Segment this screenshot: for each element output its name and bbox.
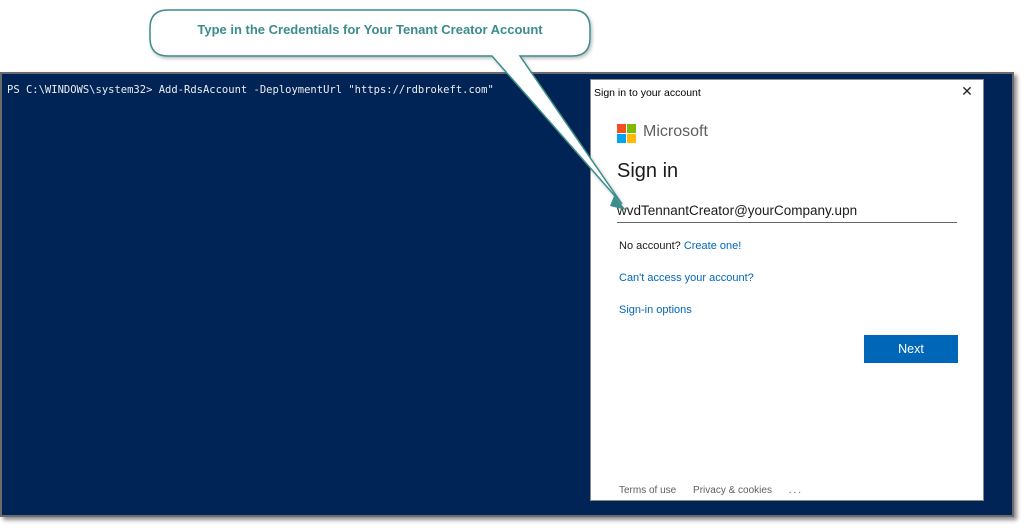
microsoft-logo-icon	[617, 124, 637, 144]
more-options-icon[interactable]: ...	[789, 485, 803, 496]
privacy-link[interactable]: Privacy & cookies	[693, 485, 772, 496]
console-command-line: PS C:\WINDOWS\system32> Add-RdsAccount -…	[7, 84, 494, 96]
console-command-tail: ft.com"	[449, 84, 494, 96]
cant-access-row: Can't access your account?	[619, 272, 754, 284]
next-button[interactable]: Next	[864, 335, 958, 363]
no-account-row: No account? Create one!	[619, 240, 741, 252]
create-account-link[interactable]: Create one!	[684, 240, 741, 252]
no-account-label: No account?	[619, 240, 681, 252]
sign-in-heading: Sign in	[617, 160, 679, 182]
email-field[interactable]	[617, 198, 957, 223]
signin-options-row: Sign-in options	[619, 304, 692, 316]
terms-link[interactable]: Terms of use	[619, 485, 676, 496]
dialog-footer: Terms of use Privacy & cookies ...	[619, 485, 817, 496]
dialog-title: Sign in to your account	[594, 87, 701, 99]
cant-access-link[interactable]: Can't access your account?	[619, 272, 754, 284]
sign-in-dialog: Sign in to your account ✕ Microsoft Sign…	[590, 79, 984, 501]
signin-options-link[interactable]: Sign-in options	[619, 304, 692, 316]
console-command-text: PS C:\WINDOWS\system32> Add-RdsAccount -…	[7, 84, 450, 96]
close-icon[interactable]: ✕	[959, 83, 975, 99]
brand-name: Microsoft	[643, 123, 708, 140]
callout-text: Type in the Credentials for Your Tenant …	[197, 22, 543, 37]
